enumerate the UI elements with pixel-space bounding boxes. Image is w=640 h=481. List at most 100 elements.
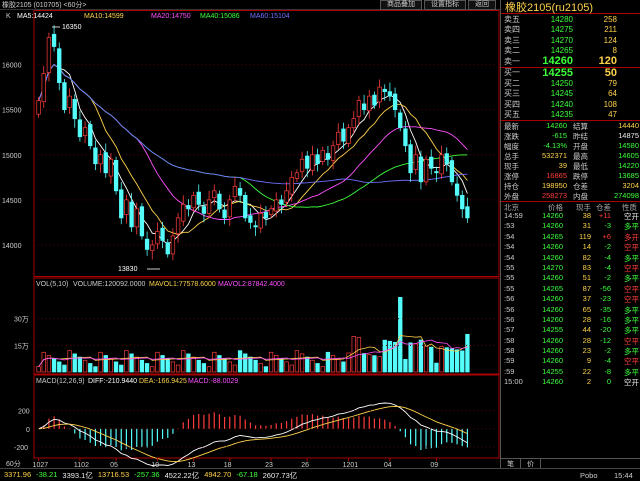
volume-bar (124, 350, 129, 373)
candle (429, 156, 434, 169)
volume-bar (144, 363, 150, 373)
volume-bar (263, 366, 269, 373)
volume-bar (196, 359, 201, 373)
volume-bar (299, 353, 305, 373)
volume-bar (361, 353, 367, 373)
candle (460, 194, 465, 210)
macd-tick-label: -200 (14, 445, 28, 452)
ask-row: 卖五 14280 258 (504, 14, 617, 24)
main-legend-label: K (6, 13, 11, 20)
volume-bar (439, 346, 444, 373)
candle (320, 149, 325, 162)
candle (449, 160, 455, 183)
volume-bar (248, 356, 253, 373)
candle (232, 185, 238, 197)
candle (201, 206, 207, 214)
volume-bar (160, 355, 165, 373)
volume-bar (227, 361, 232, 373)
candle (444, 153, 449, 165)
volume-bar (57, 361, 62, 373)
vol-tick-label: 30万 (14, 316, 29, 324)
volume-legend: VOLUME:120092.0000 (73, 281, 145, 288)
tick-row: :57 14255 44 -20 多平 (504, 325, 639, 336)
price-tick-label: 15000 (2, 153, 22, 160)
tick-list[interactable]: 14:59 14260 38 +11 空开:53 14260 31 -3 多平:54 14265 1… (501, 211, 640, 388)
kline-chart[interactable]: 16000 15500 15000 14500 14000 30万 15万 200 0 -20… (0, 10, 500, 468)
candle (217, 193, 222, 210)
tick-row: :56 14260 37 -23 空平 (504, 294, 639, 305)
candle (77, 119, 83, 138)
stat-row: 现手 39 最低 14220 (504, 161, 639, 171)
volume-bar (377, 356, 382, 373)
price-tick-label: 15500 (2, 108, 22, 115)
bid1-row: 买一 14255 50 (504, 66, 617, 79)
candle (465, 206, 470, 219)
volume-bar (341, 361, 346, 373)
candle (299, 158, 305, 173)
ma10-legend: MA10:14599 (84, 13, 124, 20)
volume-bar (181, 350, 186, 373)
candle (155, 231, 160, 245)
candle (243, 194, 248, 219)
candle (175, 217, 181, 235)
bid-row: 买二 14250 79 (504, 78, 617, 88)
ma5-legend: MA5:14424 (17, 13, 53, 20)
vol-legend-label: VOL(5,10) (36, 281, 68, 288)
chart-title: 橡胶2105 (010705) <60分> (2, 1, 87, 9)
low-annotation: 13830 (118, 266, 138, 273)
bid-row: 买四 14240 108 (504, 99, 617, 109)
volume-bar (279, 358, 284, 373)
index-value: 4942.70 (204, 469, 232, 479)
macd-value-legend: MACD:-88.0029 (188, 378, 238, 385)
tick-row: :56 14260 65 -35 多平 (504, 304, 639, 315)
candle (382, 88, 387, 92)
ask1-row: 卖一 14260 120 (504, 55, 617, 68)
tick-row: :55 14270 83 -4 空平 (504, 262, 639, 273)
index-value: 4522.22亿 (164, 470, 200, 480)
volume-bar (367, 354, 372, 373)
candle (124, 199, 129, 215)
volume-bar (67, 350, 72, 373)
bid-row: 买五 14235 47 (504, 110, 617, 120)
candle (274, 199, 279, 212)
mavol2-legend: MAVOL2:87842.4000 (218, 281, 285, 288)
candle (418, 156, 424, 183)
volume-bar (170, 361, 176, 373)
candle (336, 131, 341, 146)
candle (186, 205, 191, 210)
candle (367, 95, 372, 112)
candle (268, 208, 274, 215)
index-value: 3393.1亿 (62, 470, 93, 480)
candle (392, 93, 398, 111)
candle (150, 244, 155, 251)
volume-bar (274, 355, 279, 373)
high-annotation: 16350 (62, 24, 82, 31)
volume-bar (36, 366, 41, 373)
candle (248, 215, 253, 223)
candle (372, 94, 377, 106)
index-value: -67.18 (236, 469, 258, 479)
period-label[interactable]: 60分 (6, 459, 21, 468)
candle (98, 154, 103, 165)
candle (46, 37, 52, 73)
volume-bar (139, 359, 145, 373)
volume-bar (429, 346, 434, 373)
set-indicator-button[interactable]: 设置指标 (424, 0, 466, 10)
candle (361, 103, 367, 111)
volume-bar (330, 355, 336, 373)
candle (160, 227, 165, 241)
quote-panel: 橡胶2105(ru2105) 卖五 14280 258 卖四 14275 211 卖三 142… (500, 0, 640, 468)
stat-row: 外盘 258273 内盘 274098 (504, 191, 639, 201)
bid-book: 买二 14250 79 买三 14245 64 买四 14240 108 买五 14235 47 (501, 78, 640, 120)
volume-bar (175, 364, 181, 373)
tab-price[interactable]: 价 (521, 459, 541, 468)
candle (119, 189, 124, 219)
volume-bar (289, 364, 294, 373)
volume-bar (243, 353, 248, 373)
overlay-commodity-button[interactable]: 商品叠加 (380, 0, 422, 10)
back-button[interactable]: 返回 (468, 0, 496, 10)
tab-trades[interactable]: 笔 (501, 459, 521, 468)
volume-bar (113, 361, 119, 373)
candle (346, 127, 351, 144)
candle (57, 48, 62, 83)
